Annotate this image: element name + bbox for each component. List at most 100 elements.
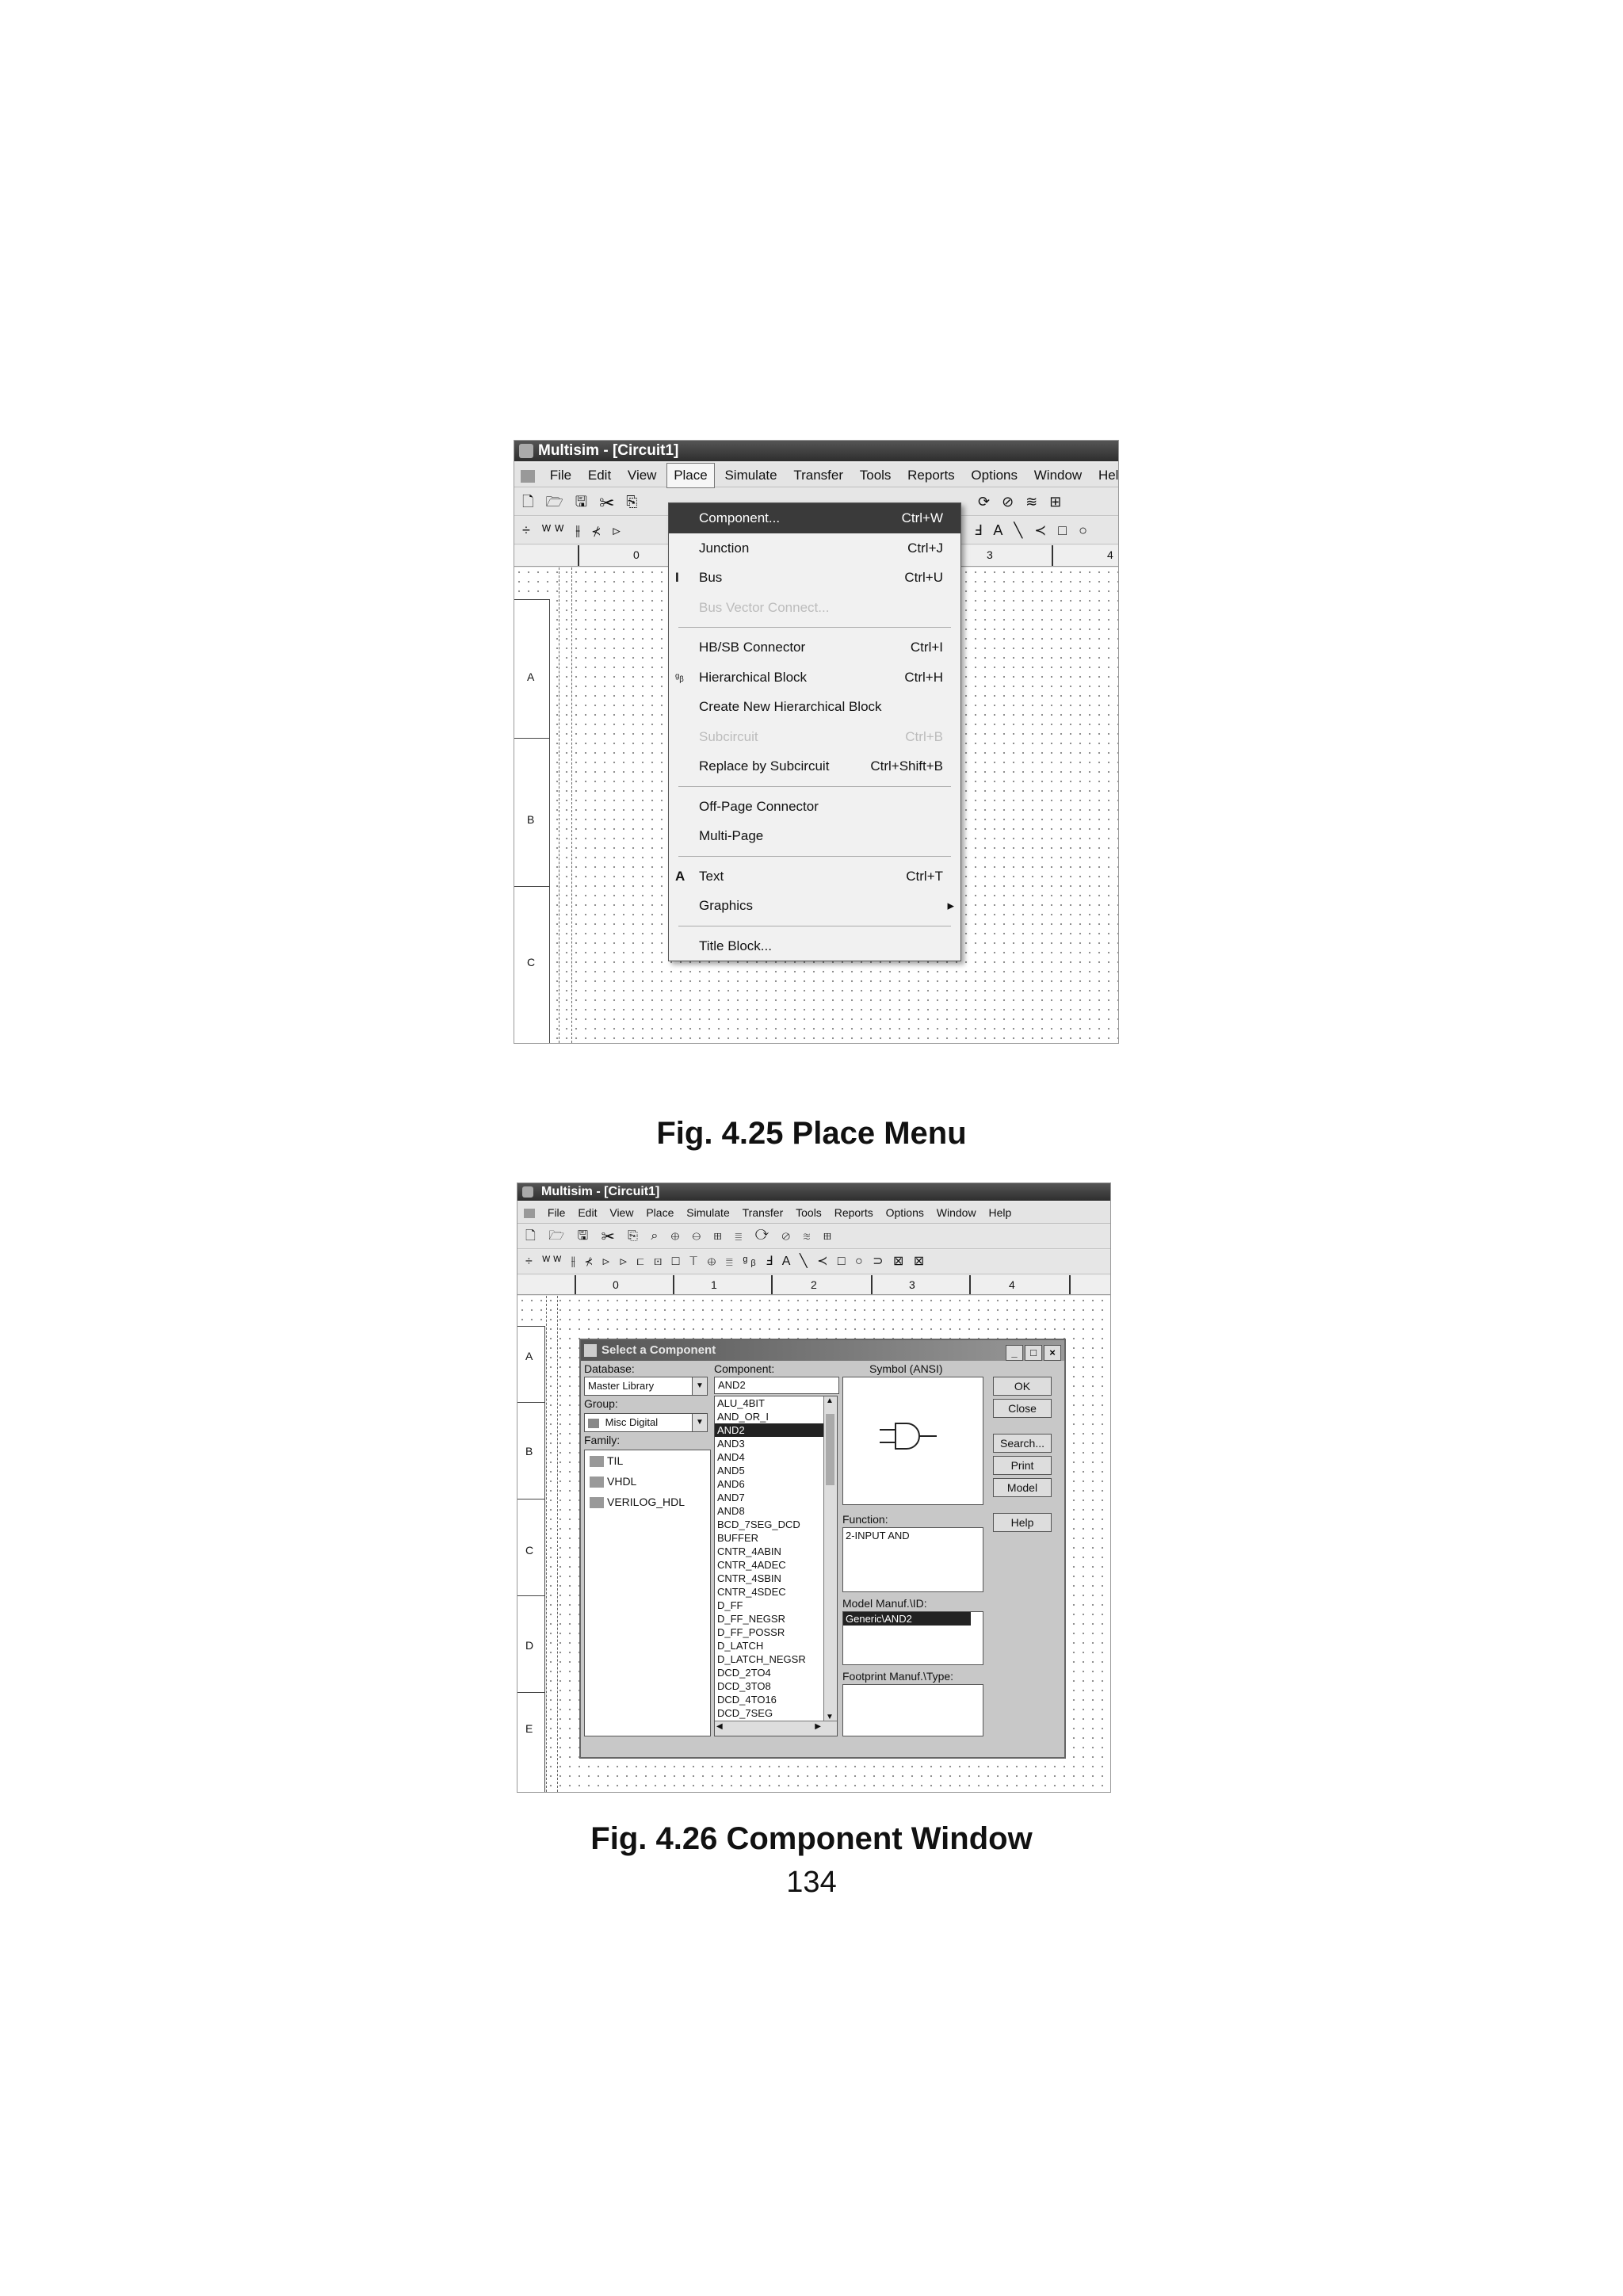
menu-file[interactable]: File xyxy=(544,464,578,487)
menu-item-label: Replace by Subcircuit xyxy=(699,758,830,774)
scroll-right-icon[interactable]: ▶ xyxy=(815,1722,821,1731)
menu-help[interactable]: Help xyxy=(1092,464,1118,487)
place-text-item[interactable]: A Text Ctrl+T xyxy=(669,861,960,892)
component-icons-left[interactable]: ÷ ᵂᵂ ⫲ ⊀ ⊳ xyxy=(522,522,624,538)
component-list-item[interactable]: AND6 xyxy=(715,1477,837,1491)
toolbar-icons-left[interactable]: 🗋 🗁 🖫 ✂ ⎘ xyxy=(522,494,642,510)
place-hierarchical-block-item[interactable]: ᵍᵦ Hierarchical Block Ctrl+H xyxy=(669,663,960,693)
component-list-item[interactable]: AND7 xyxy=(715,1491,837,1504)
graphics-icons-right[interactable]: Ⅎ A ╲ ≺ □ ○ xyxy=(974,517,1091,544)
component-list-item[interactable]: DCD_2TO4 xyxy=(715,1666,837,1679)
database-select[interactable]: Master Library ▼ xyxy=(584,1377,708,1396)
ok-button[interactable]: OK xyxy=(993,1377,1052,1396)
scroll-thumb[interactable] xyxy=(826,1414,834,1485)
menu-transfer[interactable]: Transfer xyxy=(787,464,850,487)
component-list-item[interactable]: AND5 xyxy=(715,1464,837,1477)
component-list-item[interactable]: AND2 xyxy=(715,1423,837,1437)
component-list-item[interactable]: CNTR_4SBIN xyxy=(715,1572,837,1585)
component-list-item[interactable]: D_LATCH xyxy=(715,1639,837,1652)
horizontal-scrollbar[interactable]: ◀ ▶ xyxy=(715,1721,837,1736)
model-selected-row[interactable]: Generic\AND2 xyxy=(843,1612,971,1626)
component-list-item[interactable]: D_LATCH_NEGSR xyxy=(715,1652,837,1666)
place-multi-page-item[interactable]: Multi-Page xyxy=(669,821,960,851)
component-list-item[interactable]: ALU_4BIT xyxy=(715,1396,837,1410)
place-hbsb-connector-item[interactable]: HB/SB Connector Ctrl+I xyxy=(669,632,960,663)
toolbar-icons-right[interactable]: ⟳ ⊘ ≋ ⊞ xyxy=(978,488,1065,515)
menu-window[interactable]: Window xyxy=(932,1202,981,1223)
menu-item-shortcut: Ctrl+Shift+B xyxy=(870,758,943,774)
footprint-list[interactable] xyxy=(842,1684,983,1736)
component-list-item[interactable]: DCD_4TO16 xyxy=(715,1693,837,1706)
place-bus-item[interactable]: Ɩ Bus Ctrl+U xyxy=(669,563,960,593)
component-list-item[interactable]: CNTR_4SDEC xyxy=(715,1585,837,1599)
model-list[interactable]: Generic\AND2 xyxy=(842,1611,983,1665)
document-icon[interactable] xyxy=(524,1209,535,1219)
component-list-item[interactable]: AND4 xyxy=(715,1450,837,1464)
toolbar-icons[interactable]: 🗋 🗁 🖫 ✂ ⎘ ⌕ ⊕ ⊖ ⊞ ≣ ⟳ ⊘ ≋ ⊞ xyxy=(525,1229,836,1243)
menu-tools[interactable]: Tools xyxy=(791,1202,827,1223)
place-new-hierarchical-block-item[interactable]: Create New Hierarchical Block xyxy=(669,692,960,722)
menu-simulate[interactable]: Simulate xyxy=(718,464,783,487)
scroll-up-icon[interactable]: ▲ xyxy=(826,1396,834,1405)
chevron-down-icon[interactable]: ▼ xyxy=(692,1414,707,1431)
scroll-left-icon[interactable]: ◀ xyxy=(716,1722,723,1731)
component-list-item[interactable]: D_FF_POSSR xyxy=(715,1626,837,1639)
menu-reports[interactable]: Reports xyxy=(901,464,961,487)
menu-edit[interactable]: Edit xyxy=(582,464,617,487)
print-button[interactable]: Print xyxy=(993,1456,1052,1475)
menu-transfer[interactable]: Transfer xyxy=(738,1202,789,1223)
component-list-item[interactable]: BUFFER xyxy=(715,1531,837,1545)
component-list-item[interactable]: D_FF_NEGSR xyxy=(715,1612,837,1626)
model-button[interactable]: Model xyxy=(993,1478,1052,1497)
menu-simulate[interactable]: Simulate xyxy=(682,1202,734,1223)
menu-options[interactable]: Options xyxy=(964,464,1024,487)
menu-place[interactable]: Place xyxy=(666,463,715,488)
close-window-button[interactable]: × xyxy=(1044,1345,1061,1361)
place-graphics-item[interactable]: Graphics ▸ xyxy=(669,891,960,921)
menu-item-label: Text xyxy=(699,868,724,884)
menu-reports[interactable]: Reports xyxy=(830,1202,878,1223)
help-button[interactable]: Help xyxy=(993,1513,1052,1532)
component-list-item[interactable]: BCD_7SEG_DCD xyxy=(715,1518,837,1531)
document-icon[interactable] xyxy=(521,469,535,483)
component-list-item[interactable]: AND_OR_I xyxy=(715,1410,837,1423)
place-menu-dropdown: Component... Ctrl+W Junction Ctrl+J Ɩ Bu… xyxy=(668,502,961,961)
menu-edit[interactable]: Edit xyxy=(573,1202,601,1223)
menu-tools[interactable]: Tools xyxy=(854,464,898,487)
minimize-button[interactable]: _ xyxy=(1006,1345,1023,1361)
menu-help[interactable]: Help xyxy=(983,1202,1016,1223)
menu-file[interactable]: File xyxy=(543,1202,571,1223)
component-input[interactable]: AND2 xyxy=(714,1377,839,1394)
place-component-item[interactable]: Component... Ctrl+W xyxy=(669,503,960,533)
component-list[interactable]: ALU_4BIT AND_OR_I AND2 AND3 AND4 AND5 AND6 AND7… xyxy=(714,1396,838,1736)
component-list-item[interactable]: CNTR_4ABIN xyxy=(715,1545,837,1558)
family-item-vhdl[interactable]: VHDL xyxy=(585,1471,710,1492)
menu-view[interactable]: View xyxy=(621,464,663,487)
family-item-ttl[interactable]: TIL xyxy=(585,1450,710,1471)
component-list-item[interactable]: AND3 xyxy=(715,1437,837,1450)
place-title-block-item[interactable]: Title Block... xyxy=(669,931,960,961)
search-button[interactable]: Search... xyxy=(993,1434,1052,1453)
menu-item-label: Multi-Page xyxy=(699,828,764,843)
place-off-page-connector-item[interactable]: Off-Page Connector xyxy=(669,792,960,822)
group-select[interactable]: Misc Digital ▼ xyxy=(584,1413,708,1432)
vertical-scrollbar[interactable]: ▲ ▼ xyxy=(823,1396,837,1721)
component-list-item[interactable]: CNTR_4ADEC xyxy=(715,1558,837,1572)
chevron-down-icon[interactable]: ▼ xyxy=(692,1377,707,1395)
menu-place[interactable]: Place xyxy=(641,1202,678,1223)
component-list-item[interactable]: DCD_3TO8 xyxy=(715,1679,837,1693)
close-button[interactable]: Close xyxy=(993,1399,1052,1418)
component-list-item[interactable]: AND8 xyxy=(715,1504,837,1518)
vhdl-icon xyxy=(590,1477,604,1488)
place-junction-item[interactable]: Junction Ctrl+J xyxy=(669,533,960,563)
place-replace-by-subcircuit-item[interactable]: Replace by Subcircuit Ctrl+Shift+B xyxy=(669,751,960,781)
menu-view[interactable]: View xyxy=(605,1202,638,1223)
component-list-item[interactable]: DCD_7SEG xyxy=(715,1706,837,1720)
family-item-verilog[interactable]: VERILOG_HDL xyxy=(585,1492,710,1512)
maximize-button[interactable]: □ xyxy=(1025,1345,1042,1361)
menu-options[interactable]: Options xyxy=(881,1202,929,1223)
menu-item-shortcut: Ctrl+J xyxy=(907,540,943,556)
menu-window[interactable]: Window xyxy=(1028,464,1088,487)
component-list-item[interactable]: D_FF xyxy=(715,1599,837,1612)
component-icons[interactable]: ÷ ᵂᵂ ⫲ ⊀ ⊳ ⊳ ⊏ ⊡ □ ⊤ ⊕ ≣ ᵍᵦ Ⅎ A ╲ ≺ □ ○ … xyxy=(525,1255,927,1268)
